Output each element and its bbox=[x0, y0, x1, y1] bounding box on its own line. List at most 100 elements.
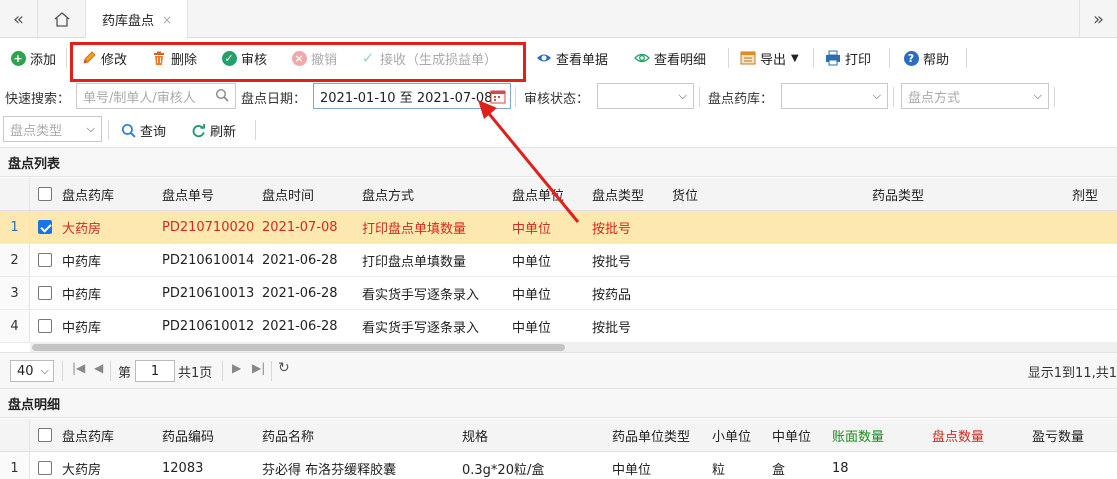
column-header-counted-quantity[interactable]: 盘点数量 bbox=[932, 419, 984, 451]
print-button[interactable]: 打印 bbox=[825, 38, 871, 78]
row-checkbox[interactable] bbox=[38, 253, 52, 267]
tab-close-icon[interactable]: × bbox=[162, 13, 172, 27]
reload-icon[interactable]: ↻ bbox=[278, 360, 290, 376]
row-number: 4 bbox=[0, 310, 30, 342]
table-row[interactable]: 3 中药库 PD210610013 2021-06-28 看实货手写逐条录入 中… bbox=[0, 277, 1117, 310]
tab-bar: « 药库盘点 × » bbox=[0, 0, 1117, 39]
divider bbox=[728, 48, 729, 68]
horizontal-scrollbar[interactable] bbox=[30, 342, 1117, 352]
column-header[interactable]: 货位 bbox=[672, 178, 698, 210]
cell-inventory-date: 2021-06-28 bbox=[262, 252, 338, 268]
column-header[interactable]: 小单位 bbox=[712, 419, 751, 451]
column-header[interactable]: 盘点药库 bbox=[62, 419, 114, 451]
chevron-down-icon: ⌵ bbox=[86, 122, 95, 135]
quick-search-input[interactable]: 单号/制单人/审核人 bbox=[76, 83, 236, 109]
page-size-select[interactable]: 40 ⌵ bbox=[10, 360, 54, 382]
row-number-header bbox=[0, 178, 30, 210]
column-header[interactable]: 盘点方式 bbox=[362, 178, 414, 210]
query-button[interactable]: 查询 bbox=[120, 114, 166, 146]
column-header[interactable]: 盘点药库 bbox=[62, 178, 114, 210]
help-label: 帮助 bbox=[923, 52, 950, 68]
row-checkbox[interactable] bbox=[38, 286, 52, 300]
row-checkbox[interactable] bbox=[38, 319, 52, 333]
row-checkbox[interactable] bbox=[38, 220, 52, 234]
inventory-pharmacy-select[interactable]: ⌵ bbox=[781, 83, 888, 109]
table-row[interactable]: 1 大药房 PD210710020 2021-07-08 打印盘点单填数量 中单… bbox=[0, 211, 1117, 244]
divider bbox=[699, 87, 700, 107]
column-header[interactable]: 药品编码 bbox=[162, 419, 214, 451]
inventory-list-header: 盘点药库 盘点单号 盘点时间 盘点方式 盘点单位 盘点类型 货位 药品类型 剂型 bbox=[0, 178, 1117, 211]
column-header[interactable]: 盘点时间 bbox=[262, 178, 314, 210]
column-header[interactable]: 盈亏数量 bbox=[1032, 419, 1084, 451]
select-all-checkbox[interactable] bbox=[38, 187, 52, 201]
export-label: 导出 bbox=[760, 52, 787, 68]
cell-pharmacy: 中药库 bbox=[62, 287, 102, 303]
divider bbox=[893, 87, 894, 107]
scroll-tabs-left-icon[interactable]: « bbox=[0, 0, 38, 38]
inventory-type-placeholder: 盘点类型 bbox=[10, 123, 63, 139]
cell-pharmacy: 中药库 bbox=[62, 320, 102, 336]
add-button[interactable]: + 添加 bbox=[10, 38, 56, 78]
scrollbar-thumb[interactable] bbox=[32, 344, 565, 351]
inventory-type-select[interactable]: 盘点类型 ⌵ bbox=[3, 116, 102, 142]
cell-inventory-date: 2021-06-28 bbox=[262, 285, 338, 301]
quick-search-placeholder: 单号/制单人/审核人 bbox=[83, 90, 196, 106]
cell-inventory-type: 按批号 bbox=[592, 254, 632, 270]
inventory-pharmacy-label: 盘点药库： bbox=[708, 92, 774, 107]
divider bbox=[66, 48, 67, 68]
page-number-input[interactable]: 1 bbox=[135, 360, 175, 382]
cell-drug-code: 12083 bbox=[162, 461, 204, 476]
table-row[interactable]: 2 中药库 PD210610014 2021-06-28 打印盘点单填数量 中单… bbox=[0, 244, 1117, 277]
select-all-checkbox[interactable] bbox=[38, 428, 52, 442]
cell-inventory-method: 看实货手写逐条录入 bbox=[362, 287, 480, 303]
divider bbox=[110, 361, 111, 381]
previous-page-icon[interactable]: ◀ bbox=[94, 361, 103, 375]
column-header[interactable]: 剂型 bbox=[1072, 178, 1098, 210]
view-document-button[interactable]: 查看单据 bbox=[536, 38, 608, 78]
last-page-icon[interactable]: ▶| bbox=[252, 361, 265, 375]
column-header[interactable]: 药品单位类型 bbox=[612, 419, 690, 451]
scroll-tabs-right-icon[interactable]: » bbox=[1079, 0, 1117, 38]
tab-pharmacy-inventory[interactable]: 药库盘点 × bbox=[86, 0, 188, 39]
column-header[interactable]: 中单位 bbox=[772, 419, 811, 451]
column-header[interactable]: 药品名称 bbox=[262, 419, 314, 451]
divider bbox=[108, 120, 109, 140]
cell-inventory-no: PD210710020 bbox=[162, 219, 255, 235]
first-page-icon[interactable]: |◀ bbox=[72, 361, 85, 375]
export-button[interactable]: 导出 ▼ bbox=[740, 38, 799, 78]
column-header[interactable]: 盘点类型 bbox=[592, 178, 644, 210]
row-checkbox[interactable] bbox=[38, 461, 52, 475]
column-header[interactable]: 盘点单号 bbox=[162, 178, 214, 210]
table-row[interactable]: 4 中药库 PD210610012 2021-06-28 看实货手写逐条录入 中… bbox=[0, 310, 1117, 343]
refresh-button[interactable]: 刷新 bbox=[190, 114, 236, 146]
inventory-date-label: 盘点日期： bbox=[241, 92, 307, 107]
cell-inventory-unit: 中单位 bbox=[512, 254, 552, 270]
cell-inventory-unit: 中单位 bbox=[512, 287, 552, 303]
column-header-book-quantity[interactable]: 账面数量 bbox=[832, 419, 884, 451]
inventory-detail-header: 盘点药库 药品编码 药品名称 规格 药品单位类型 小单位 中单位 账面数量 盘点… bbox=[0, 419, 1117, 452]
chevron-down-icon: ⌵ bbox=[40, 364, 49, 377]
audit-status-select[interactable]: ⌵ bbox=[597, 83, 694, 109]
view-detail-button[interactable]: 查看明细 bbox=[634, 38, 706, 78]
chevron-down-icon: ▼ bbox=[791, 52, 799, 64]
cell-unit-type: 中单位 bbox=[612, 463, 652, 478]
search-bar-second-row: 盘点类型 ⌵ 查询 刷新 bbox=[0, 114, 1117, 146]
table-row[interactable]: 1 大药房 12083 芬必得 布洛芬缓释胶囊 0.3g*20粒/盒 中单位 粒… bbox=[0, 452, 1117, 479]
column-header[interactable]: 盘点单位 bbox=[512, 178, 564, 210]
eye-outline-icon bbox=[634, 50, 650, 66]
inventory-method-select[interactable]: 盘点方式 ⌵ bbox=[901, 83, 1049, 109]
home-icon[interactable] bbox=[38, 0, 86, 38]
calendar-icon[interactable] bbox=[490, 88, 506, 108]
help-button[interactable]: ? 帮助 bbox=[903, 38, 949, 78]
refresh-label: 刷新 bbox=[210, 124, 237, 140]
query-label: 查询 bbox=[140, 124, 167, 140]
column-header[interactable]: 规格 bbox=[462, 419, 488, 451]
inventory-date-range-input[interactable]: 2021-01-10 至 2021-07-08 bbox=[313, 83, 511, 109]
chevron-down-icon: ⌵ bbox=[872, 89, 881, 102]
chevron-down-icon: ⌵ bbox=[678, 89, 687, 102]
column-header[interactable]: 药品类型 bbox=[872, 178, 924, 210]
cell-specification: 0.3g*20粒/盒 bbox=[462, 463, 545, 478]
next-page-icon[interactable]: ▶ bbox=[232, 361, 241, 375]
divider bbox=[255, 120, 256, 140]
cell-inventory-unit: 中单位 bbox=[512, 221, 552, 237]
